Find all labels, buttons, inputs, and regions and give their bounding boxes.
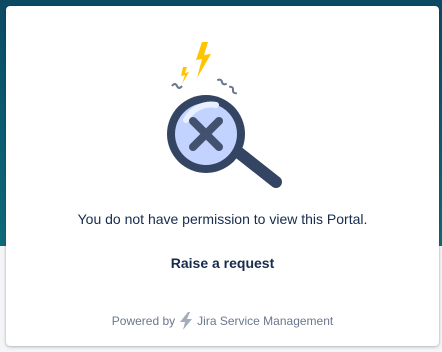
raise-request-container: Raise a request xyxy=(6,255,439,273)
permission-error-card: You do not have permission to view this … xyxy=(6,6,439,346)
powered-by-label: Powered by xyxy=(111,314,176,328)
product-name: Jira Service Management xyxy=(197,314,334,328)
powered-by-footer: Powered by Jira Service Management xyxy=(6,312,439,330)
permission-message: You do not have permission to view this … xyxy=(77,211,368,227)
no-access-magnifier-icon xyxy=(167,42,282,188)
raise-request-link[interactable]: Raise a request xyxy=(171,255,275,271)
jira-service-management-icon xyxy=(180,312,193,330)
